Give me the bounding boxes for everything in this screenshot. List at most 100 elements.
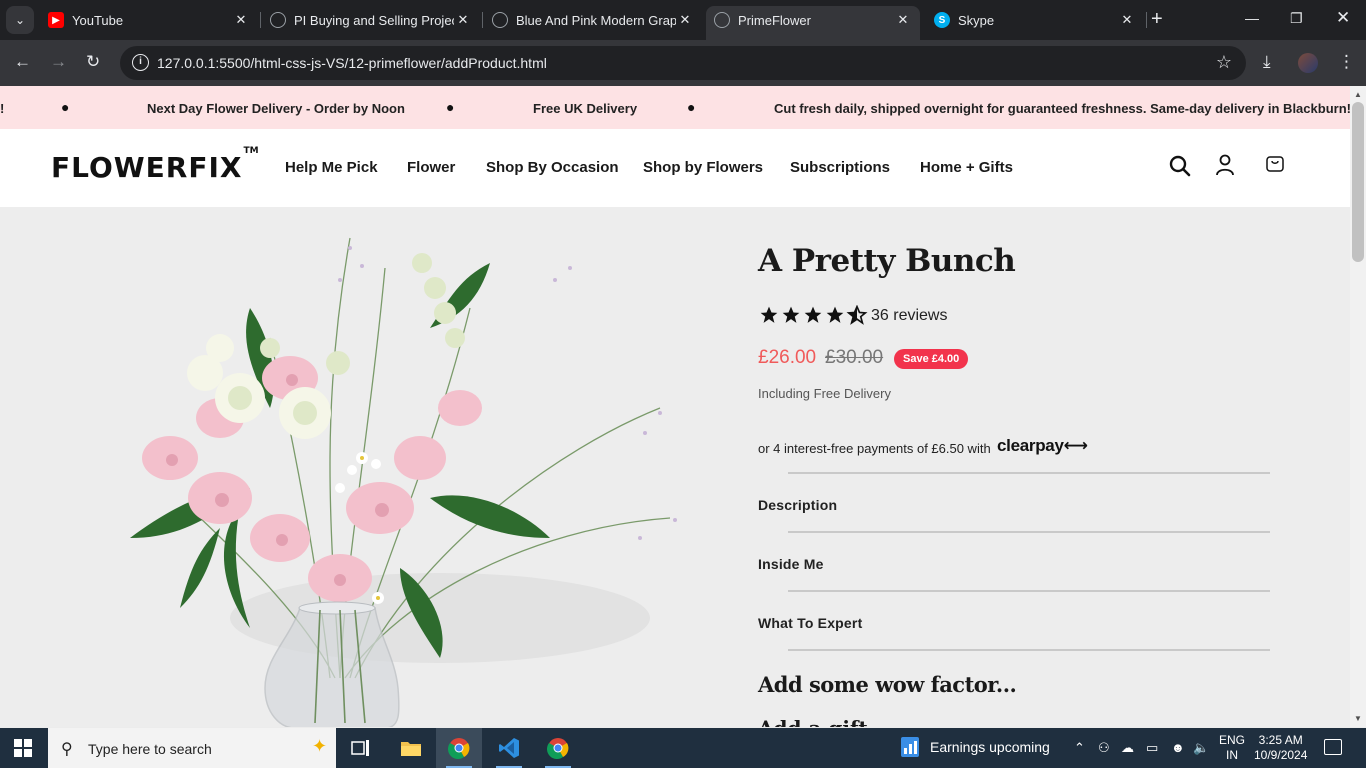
close-tab-icon[interactable]: ✕ bbox=[454, 12, 472, 28]
chrome-icon bbox=[448, 738, 470, 759]
chrome-button-2[interactable] bbox=[535, 728, 581, 768]
announcement-text: Cut fresh daily, shipped overnight for g… bbox=[774, 101, 1350, 116]
tab-search-button[interactable]: ⌄ bbox=[6, 6, 34, 34]
tab-label: PI Buying and Selling Project bbox=[294, 12, 454, 28]
chrome-button[interactable] bbox=[436, 728, 482, 768]
scrollbar-thumb[interactable] bbox=[1352, 102, 1364, 262]
search-placeholder: Type here to search bbox=[88, 741, 212, 757]
nav-shop-by-occasion[interactable]: Shop By Occasion bbox=[486, 159, 619, 176]
file-explorer-button[interactable] bbox=[388, 728, 434, 768]
accordion-what-to-expect[interactable]: What To Expert bbox=[758, 615, 862, 631]
divider bbox=[788, 590, 1270, 592]
tab-skype[interactable]: S Skype ✕ bbox=[926, 6, 1144, 34]
close-tab-icon[interactable]: ✕ bbox=[894, 12, 912, 28]
announcement-text: Free UK Delivery bbox=[533, 101, 638, 116]
bullet-icon: ● bbox=[687, 99, 696, 115]
nav-help-me-pick[interactable]: Help Me Pick bbox=[285, 159, 378, 176]
chrome-icon bbox=[547, 738, 569, 759]
language-indicator[interactable]: ENG IN bbox=[1219, 733, 1245, 763]
tab-divider bbox=[1146, 12, 1147, 28]
reload-button[interactable]: ↻ bbox=[86, 53, 100, 71]
onedrive-icon[interactable]: ☁ bbox=[1121, 740, 1134, 756]
volume-icon[interactable]: 🔈 bbox=[1193, 740, 1209, 756]
tab-pi-buying[interactable]: PI Buying and Selling Project ✕ bbox=[262, 6, 480, 34]
download-icon[interactable]: ⤓ bbox=[1263, 52, 1271, 72]
chevron-down-icon: ⌄ bbox=[14, 13, 26, 27]
account-icon[interactable] bbox=[1215, 154, 1235, 176]
reviews-link[interactable]: 36 reviews bbox=[871, 307, 947, 325]
windows-start-icon[interactable] bbox=[14, 739, 32, 757]
folder-icon bbox=[401, 742, 421, 756]
tab-primeflower[interactable]: PrimeFlower ✕ bbox=[706, 6, 920, 40]
task-view-button[interactable] bbox=[338, 728, 384, 768]
sale-price: £26.00 bbox=[758, 347, 817, 368]
notification-icon[interactable] bbox=[1324, 739, 1342, 755]
clock-date: 10/9/2024 bbox=[1254, 748, 1308, 762]
nav-flower[interactable]: Flower bbox=[407, 159, 455, 176]
address-bar[interactable]: i 127.0.0.1:5500/html-css-js-VS/12-prime… bbox=[120, 46, 1246, 80]
tab-label: YouTube bbox=[72, 12, 124, 28]
accordion-inside-me[interactable]: Inside Me bbox=[758, 556, 824, 572]
close-tab-icon[interactable]: ✕ bbox=[232, 12, 250, 28]
news-icon bbox=[901, 737, 919, 757]
tab-youtube[interactable]: ▶ YouTube ✕ bbox=[40, 6, 258, 34]
bullet-icon: ● bbox=[61, 99, 70, 115]
scroll-down-icon[interactable]: ▼ bbox=[1354, 714, 1362, 723]
save-badge: Save £4.00 bbox=[894, 349, 969, 369]
restore-button[interactable]: ❐ bbox=[1290, 10, 1303, 27]
scroll-up-icon[interactable]: ▲ bbox=[1354, 90, 1362, 99]
youtube-icon: ▶ bbox=[48, 12, 64, 28]
profile-avatar[interactable] bbox=[1298, 53, 1318, 73]
site-logo[interactable]: FLOWERFIXTM bbox=[51, 146, 259, 184]
bookmark-star-icon[interactable]: ☆ bbox=[1216, 52, 1232, 73]
search-highlight-icon: ✦ bbox=[312, 736, 328, 756]
site-info-icon[interactable]: i bbox=[132, 54, 149, 71]
page-scrollbar[interactable]: ▲ ▼ bbox=[1350, 86, 1366, 727]
back-button[interactable]: ← bbox=[14, 53, 31, 71]
tab-divider bbox=[482, 12, 483, 28]
vscode-button[interactable] bbox=[486, 728, 532, 768]
star-icon bbox=[826, 306, 844, 323]
close-window-button[interactable]: ✕ bbox=[1336, 8, 1350, 28]
accordion-description[interactable]: Description bbox=[758, 497, 837, 513]
add-gift-heading: Add a gift bbox=[758, 716, 868, 727]
language-code: ENG bbox=[1219, 733, 1246, 747]
taskbar-search[interactable]: ⚲ Type here to search ✦ bbox=[48, 728, 336, 768]
tab-label: PrimeFlower bbox=[738, 12, 811, 28]
nav-subscriptions[interactable]: Subscriptions bbox=[790, 159, 890, 176]
minimize-button[interactable]: — bbox=[1245, 10, 1259, 26]
globe-icon bbox=[270, 12, 286, 28]
toolbar: ← → ↻ i 127.0.0.1:5500/html-css-js-VS/12… bbox=[0, 40, 1366, 86]
close-tab-icon[interactable]: ✕ bbox=[1118, 12, 1136, 28]
close-tab-icon[interactable]: ✕ bbox=[676, 12, 694, 28]
clearpay-logo[interactable]: clearpay⟷ bbox=[997, 436, 1088, 456]
tab-divider bbox=[260, 12, 261, 28]
logo-trademark: TM bbox=[243, 145, 259, 156]
tab-label: Skype bbox=[958, 12, 995, 28]
cart-icon[interactable] bbox=[1265, 153, 1285, 173]
clock[interactable]: 3:25 AM 10/9/2024 bbox=[1254, 733, 1307, 763]
meet-now-icon[interactable]: ⚇ bbox=[1098, 740, 1110, 756]
search-icon[interactable] bbox=[1169, 155, 1191, 177]
globe-icon bbox=[492, 12, 508, 28]
tab-blue-pink[interactable]: Blue And Pink Modern Grap ✕ bbox=[484, 6, 702, 34]
nav-home-gifts[interactable]: Home + Gifts bbox=[920, 159, 1013, 176]
clearpay-wordmark: clearpay bbox=[997, 436, 1064, 455]
nav-shop-by-flowers[interactable]: Shop by Flowers bbox=[643, 159, 763, 176]
half-star-icon bbox=[846, 305, 868, 325]
tray-overflow-icon[interactable]: ⌃ bbox=[1074, 740, 1085, 756]
new-tab-button[interactable]: + bbox=[1151, 9, 1163, 29]
vscode-icon bbox=[499, 738, 519, 758]
tab-strip: ⌄ ▶ YouTube ✕ PI Buying and Selling Proj… bbox=[0, 0, 1366, 40]
divider bbox=[788, 649, 1270, 651]
battery-icon[interactable]: ▭ bbox=[1146, 740, 1158, 756]
skype-icon: S bbox=[934, 12, 950, 28]
url-text[interactable]: 127.0.0.1:5500/html-css-js-VS/12-primefl… bbox=[157, 55, 547, 71]
divider bbox=[788, 472, 1270, 474]
clearpay-arrow-icon: ⟷ bbox=[1063, 436, 1088, 455]
forward-button[interactable]: → bbox=[50, 53, 67, 71]
menu-icon[interactable]: ⋮ bbox=[1338, 52, 1355, 72]
weather-widget[interactable]: Earnings upcoming bbox=[900, 736, 1050, 758]
wifi-icon[interactable]: ☻ bbox=[1171, 740, 1185, 755]
task-view-icon bbox=[351, 740, 369, 756]
